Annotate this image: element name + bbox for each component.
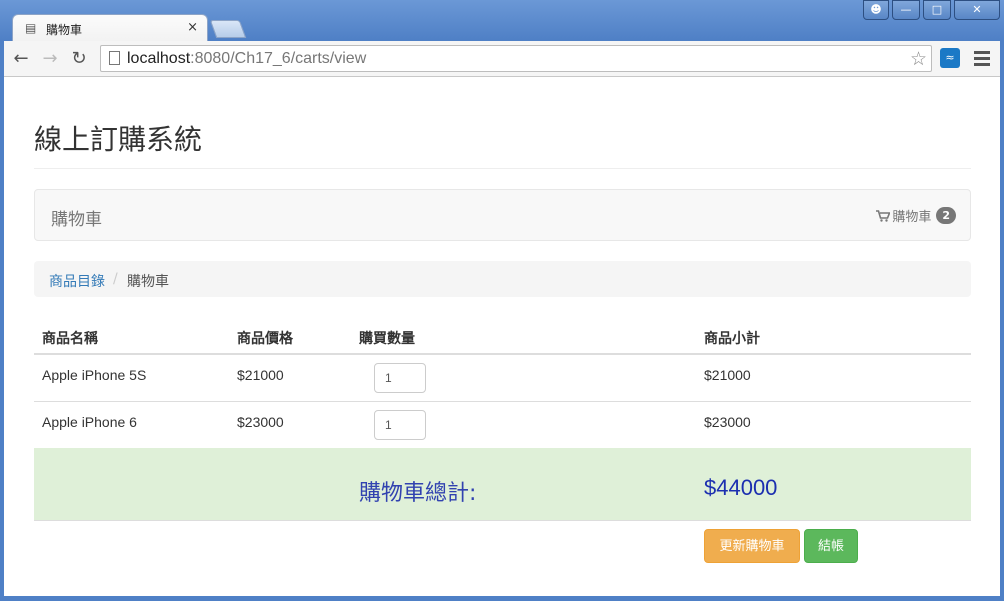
tab-strip: ▤ 購物車 × ☻ — □ ✕ [0, 0, 1004, 42]
new-tab-button[interactable] [209, 20, 247, 38]
checkout-button[interactable]: 結帳 [804, 529, 858, 563]
table-row: Apple iPhone 5S $21000 $21000 [34, 355, 971, 402]
page-content: 線上訂購系統 購物車 購物車 2 商品目錄 / 購物車 商品名稱 商品價格 購買… [4, 77, 1000, 596]
shopping-cart-icon [876, 209, 891, 222]
row-product-name: Apple iPhone 5S [42, 367, 147, 383]
url-text[interactable]: localhost:8080/Ch17_6/carts/view [127, 50, 366, 68]
forward-arrow-icon[interactable]: → [39, 48, 61, 70]
title-divider [34, 168, 971, 169]
navbar: 購物車 購物車 2 [34, 189, 971, 241]
bookmark-star-icon[interactable]: ☆ [910, 48, 927, 70]
back-arrow-icon[interactable]: ← [10, 48, 32, 70]
tab-title: 購物車 [46, 23, 83, 37]
header-product-name: 商品名稱 [42, 331, 98, 347]
cart-total-value: $44000 [704, 475, 778, 500]
cart-count-badge: 2 [936, 207, 956, 224]
menu-icon[interactable] [974, 48, 990, 68]
profile-icon[interactable]: ☻ [863, 0, 889, 20]
wifi-extension-icon[interactable]: ≈ [940, 48, 960, 68]
header-product-price: 商品價格 [237, 331, 293, 347]
browser-tab[interactable]: ▤ 購物車 × [12, 14, 208, 42]
breadcrumb-separator: / [113, 271, 118, 287]
row-product-price: $23000 [237, 414, 284, 430]
close-window-icon[interactable]: ✕ [954, 0, 1000, 20]
tab-close-icon[interactable]: × [187, 20, 198, 35]
nav-cart-link[interactable]: 購物車 2 [876, 206, 956, 225]
breadcrumb-current: 購物車 [127, 274, 169, 290]
browser-window: ▤ 購物車 × ☻ — □ ✕ ← → ↻ localhost:8080/Ch1… [0, 0, 1004, 601]
row-product-name: Apple iPhone 6 [42, 414, 137, 430]
navbar-brand[interactable]: 購物車 [51, 205, 102, 230]
breadcrumb-catalog-link[interactable]: 商品目錄 [49, 271, 105, 291]
nav-cart-label: 購物車 [892, 210, 932, 225]
page-title: 線上訂購系統 [34, 123, 203, 156]
maximize-icon[interactable]: □ [923, 0, 951, 20]
address-bar[interactable]: localhost:8080/Ch17_6/carts/view ☆ [100, 45, 932, 72]
browser-toolbar: ← → ↻ localhost:8080/Ch17_6/carts/view ☆… [4, 41, 1000, 77]
cart-total-row: 購物車總計: $44000 [34, 448, 971, 521]
breadcrumb: 商品目錄 / 購物車 [34, 261, 971, 297]
row-product-price: $21000 [237, 367, 284, 383]
header-subtotal: 商品小計 [704, 331, 760, 347]
update-cart-button[interactable]: 更新購物車 [704, 529, 800, 563]
url-host: localhost [127, 50, 191, 67]
quantity-input[interactable] [374, 410, 426, 440]
url-path: :8080/Ch17_6/carts/view [190, 50, 367, 67]
page-icon [109, 51, 120, 65]
quantity-input[interactable] [374, 363, 426, 393]
cart-total-label: 購物車總計: [359, 481, 477, 506]
window-controls: ☻ — □ ✕ [860, 0, 1000, 20]
row-subtotal: $23000 [704, 414, 751, 430]
reload-icon[interactable]: ↻ [68, 48, 90, 70]
page-favicon-icon: ▤ [25, 21, 37, 35]
header-quantity: 購買數量 [359, 331, 415, 347]
minimize-icon[interactable]: — [892, 0, 920, 20]
row-subtotal: $21000 [704, 367, 751, 383]
table-row: Apple iPhone 6 $23000 $23000 [34, 402, 971, 449]
